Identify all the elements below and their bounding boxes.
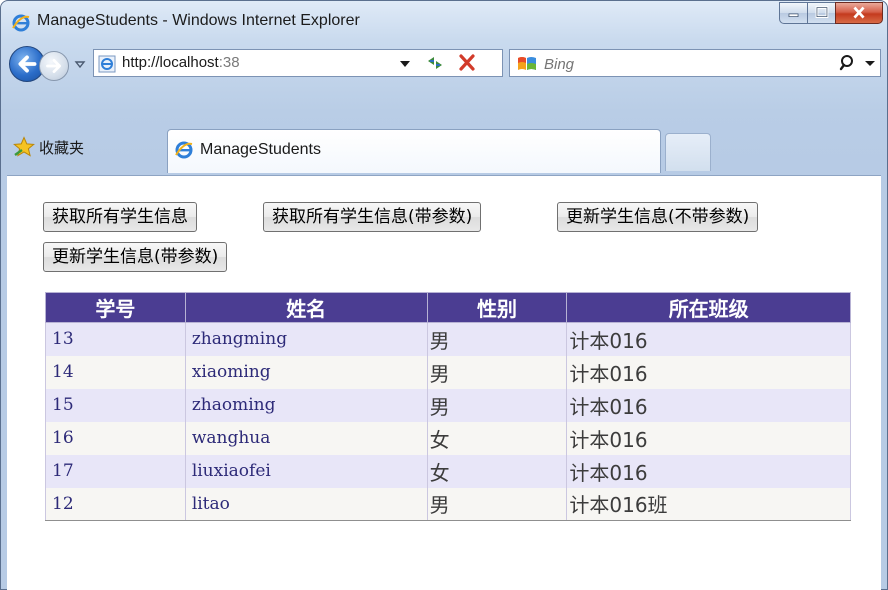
column-header-name[interactable]: 姓名	[184, 292, 428, 323]
get-all-students-with-params-button[interactable]: 获取所有学生信息(带参数)	[263, 202, 482, 232]
url-host: http://localhost	[122, 54, 219, 71]
cell-gender: 男	[426, 388, 568, 422]
table-header-row: 学号 姓名 性别 所在班级	[45, 292, 851, 323]
column-header-gender[interactable]: 性别	[426, 292, 568, 323]
window-title: ManageStudents - Windows Internet Explor…	[37, 12, 360, 29]
update-student-with-params-button[interactable]: 更新学生信息(带参数)	[43, 242, 228, 272]
cell-class: 计本016	[566, 322, 851, 356]
page-icon	[98, 55, 116, 73]
close-button[interactable]	[835, 2, 883, 24]
navigation-bar: http://localhost:38	[1, 43, 888, 85]
cell-name: zhangming	[184, 322, 428, 356]
table-row: 15 zhaoming 男 计本016	[45, 388, 851, 422]
bing-logo-icon	[518, 57, 536, 70]
ie-logo-icon	[12, 14, 30, 32]
cell-class: 计本016	[566, 388, 851, 422]
column-header-id[interactable]: 学号	[45, 292, 186, 323]
students-table: 学号 姓名 性别 所在班级 13 zhangming 男 计本016 14 xi…	[45, 292, 851, 521]
forward-arrow-icon	[46, 59, 61, 73]
cell-class: 计本016	[566, 355, 851, 389]
cell-id: 12	[45, 487, 186, 521]
cell-gender: 女	[426, 454, 568, 488]
close-icon	[853, 6, 865, 19]
search-input[interactable]	[544, 53, 804, 75]
window-controls	[779, 2, 883, 26]
browser-window: ManageStudents - Windows Internet Explor…	[0, 0, 888, 590]
forward-button[interactable]	[39, 51, 69, 81]
cell-id: 17	[45, 454, 186, 488]
maximize-button[interactable]	[807, 2, 835, 24]
table-row: 13 zhangming 男 计本016	[45, 322, 851, 356]
cell-name: xiaoming	[184, 355, 428, 389]
tab-label: ManageStudents	[200, 141, 321, 158]
stop-icon[interactable]	[454, 52, 480, 74]
cell-id: 13	[45, 322, 186, 356]
cell-gender: 女	[426, 421, 568, 455]
column-header-class[interactable]: 所在班级	[566, 292, 851, 323]
ie-logo-icon	[175, 141, 193, 159]
minimize-icon	[788, 13, 799, 17]
cell-class: 计本016	[566, 421, 851, 455]
cell-class: 计本016班	[566, 487, 851, 521]
new-tab-button[interactable]	[665, 133, 711, 171]
table-row: 17 liuxiaofei 女 计本016	[45, 454, 851, 488]
cell-id: 14	[45, 355, 186, 389]
maximize-icon	[815, 6, 829, 18]
get-all-students-button[interactable]: 获取所有学生信息	[43, 202, 197, 232]
cell-gender: 男	[426, 355, 568, 389]
update-student-no-params-button[interactable]: 更新学生信息(不带参数)	[557, 202, 759, 232]
search-dropdown-icon[interactable]	[862, 53, 878, 73]
address-bar[interactable]: http://localhost:38	[93, 49, 503, 77]
table-row: 14 xiaoming 男 计本016	[45, 355, 851, 389]
minimize-button[interactable]	[779, 2, 807, 24]
url-port: :38	[218, 54, 240, 71]
cell-name: litao	[184, 487, 428, 521]
search-box[interactable]	[509, 49, 881, 77]
favorites-button[interactable]: 收藏夹	[9, 132, 84, 162]
tab-managestudents[interactable]: ManageStudents	[167, 129, 661, 173]
cell-gender: 男	[426, 487, 568, 521]
page-content: 获取所有学生信息 获取所有学生信息(带参数) 更新学生信息(不带参数) 更新学生…	[7, 175, 881, 590]
favorites-label: 收藏夹	[39, 139, 85, 157]
cell-id: 15	[45, 388, 186, 422]
cell-id: 16	[45, 421, 186, 455]
cell-name: zhaoming	[184, 388, 428, 422]
refresh-icon[interactable]	[422, 52, 448, 74]
address-text: http://localhost:38	[122, 54, 240, 71]
tab-bar: 收藏夹 ManageStudents	[1, 123, 888, 175]
favorites-star-icon	[13, 136, 35, 157]
recent-pages-dropdown-icon[interactable]	[73, 57, 87, 71]
search-icon[interactable]	[838, 53, 858, 73]
table-row: 12 litao 男 计本016班	[45, 487, 851, 521]
cell-class: 计本016	[566, 454, 851, 488]
cell-gender: 男	[426, 322, 568, 356]
address-dropdown-icon[interactable]	[394, 50, 416, 76]
table-row: 16 wanghua 女 计本016	[45, 421, 851, 455]
cell-name: liuxiaofei	[184, 454, 428, 488]
title-bar[interactable]: ManageStudents - Windows Internet Explor…	[1, 1, 888, 39]
cell-name: wanghua	[184, 421, 428, 455]
